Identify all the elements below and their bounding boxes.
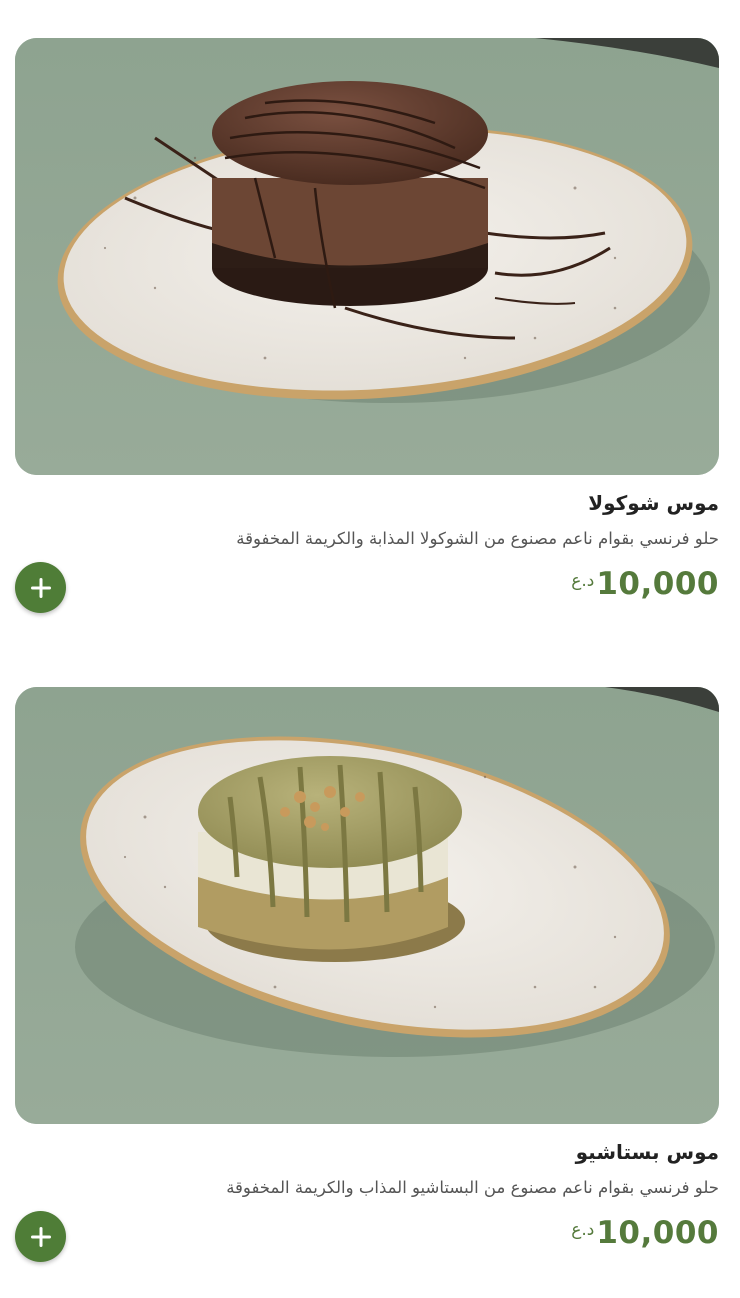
plus-icon [30, 1226, 51, 1247]
price-amount: 10,000 [596, 566, 719, 602]
item-price: د.ع 10,000 [571, 1215, 719, 1251]
plus-icon [30, 577, 51, 598]
menu-item-card[interactable]: موس شوكولا حلو فرنسي بقوام ناعم مصنوع من… [15, 38, 719, 613]
pistachio-mousse-photo[interactable] [15, 687, 719, 1124]
add-to-cart-button[interactable] [15, 1211, 66, 1262]
item-title: موس شوكولا [588, 491, 719, 515]
currency-label: د.ع [571, 571, 595, 591]
menu-item-card[interactable]: موس بستاشيو حلو فرنسي بقوام ناعم مصنوع م… [15, 687, 719, 1262]
item-price: د.ع 10,000 [571, 566, 719, 602]
item-description: حلو فرنسي بقوام ناعم مصنوع من الشوكولا ا… [236, 529, 719, 548]
chocolate-mousse-photo[interactable] [15, 38, 719, 475]
item-description: حلو فرنسي بقوام ناعم مصنوع من البستاشيو … [226, 1178, 719, 1197]
currency-label: د.ع [571, 1220, 595, 1240]
add-to-cart-button[interactable] [15, 562, 66, 613]
item-title: موس بستاشيو [575, 1140, 719, 1164]
price-amount: 10,000 [596, 1215, 719, 1251]
